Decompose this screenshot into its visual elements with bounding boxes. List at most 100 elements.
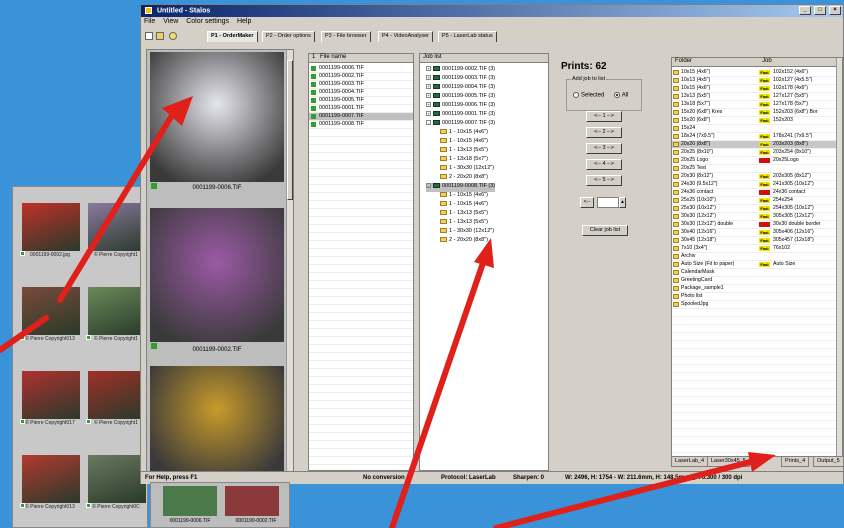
file-row[interactable]: 0001199-0007.TIF xyxy=(309,113,413,121)
menu-help[interactable]: Help xyxy=(237,18,251,25)
radio-selected[interactable] xyxy=(573,92,579,98)
folder-row[interactable]: 15x24 xyxy=(672,125,836,133)
scrollbar-thumb[interactable] xyxy=(287,60,293,200)
bg-thumbnail[interactable]: © Pierre Copyright1 xyxy=(85,369,147,429)
clear-job-list-button[interactable]: Clear job list xyxy=(582,225,628,236)
file-list-header[interactable]: 1 File name xyxy=(309,54,413,63)
collapse-icon[interactable]: - xyxy=(426,183,431,189)
expand-icon[interactable]: + xyxy=(426,102,431,108)
folder-row[interactable]: 15x20 (6x8") Fast 152x203 xyxy=(672,117,836,125)
new-file-icon[interactable] xyxy=(145,32,153,40)
folder-row[interactable]: 10x15 (4x6") Fast 102x178 (4x6") xyxy=(672,85,836,93)
count-button-5[interactable]: <-- 5 --> xyxy=(586,175,622,186)
count-button-4[interactable]: <-- 4 --> xyxy=(586,159,622,170)
folder-row[interactable]: GreetingCard xyxy=(672,277,836,285)
lightbulb-icon[interactable] xyxy=(169,32,177,40)
folder-row[interactable]: 30x30 (12x12") double 30x30 double border xyxy=(672,221,836,229)
menu-file[interactable]: File xyxy=(144,18,155,25)
job-tree-row[interactable]: - 0001199-0007.TIF (3) xyxy=(426,120,495,129)
custom-count-input[interactable] xyxy=(597,197,619,208)
folder-row[interactable]: 20x25 (8x10") Fast 203x254 (8x10") xyxy=(672,149,836,157)
folder-row[interactable]: 20x25 Logo 20x25Logo xyxy=(672,157,836,165)
bg-thumbnail[interactable]: © Pierre Copyright013 xyxy=(19,453,81,513)
folder-row[interactable]: 24x36 contact 24x36 contact xyxy=(672,189,836,197)
collapse-icon[interactable]: - xyxy=(426,120,431,126)
folder-row[interactable]: Package_sample1 xyxy=(672,285,836,293)
folder-row[interactable]: Auto Size (Fit to paper) Fast Auto Size xyxy=(672,261,836,269)
job-tree-row[interactable]: 1 - 30x30 (12x12") xyxy=(440,165,494,174)
thumbnail-1[interactable]: 0001199-0002.TIF xyxy=(150,208,284,358)
file-row[interactable]: 0001199-0003.TIF xyxy=(309,81,413,89)
file-row[interactable]: 0001199-0001.TIF xyxy=(309,105,413,113)
count-button-2[interactable]: <-- 2 --> xyxy=(586,127,622,138)
folder-row[interactable]: 13x18 (5x7") Fast 127x178 (5x7") xyxy=(672,101,836,109)
job-tree-row[interactable]: 1 - 13x18 (5x7") xyxy=(440,156,488,165)
folder-row[interactable]: 20x30 (8x12") Fast 203x305 (8x12") xyxy=(672,173,836,181)
job-column-header[interactable]: Job xyxy=(762,58,772,64)
job-tree-row[interactable]: - 0001199-0008.TIF (3) xyxy=(426,183,496,192)
thumbnail-0[interactable]: 0001199-0006.TIF xyxy=(150,52,284,194)
tab-laserlab-status[interactable]: P5 - LaserLab status xyxy=(438,31,497,42)
expand-icon[interactable]: + xyxy=(426,75,431,81)
job-tree-row[interactable]: 2 - 20x20 (8x8") xyxy=(440,174,488,183)
folder-row[interactable]: 30x40 (12x16") Fast 305x406 (12x16") xyxy=(672,229,836,237)
minimize-button[interactable]: _ xyxy=(799,6,812,15)
file-row[interactable]: 0001199-0002.TIF xyxy=(309,73,413,81)
folder-row[interactable]: 30x45 (12x18") Fast 305x457 (12x18") xyxy=(672,237,836,245)
job-tree-row[interactable]: 1 - 13x13 (5x5") xyxy=(440,219,488,228)
bg-thumbnail[interactable]: © Pierre Copyright1 xyxy=(85,201,147,261)
job-tree-row[interactable]: 1 - 10x15 (4x6") xyxy=(440,201,488,210)
job-tree-row[interactable]: +0001199-0001.TIF (3) xyxy=(426,111,495,120)
folder-row[interactable]: Photo list xyxy=(672,293,836,301)
menu-view[interactable]: View xyxy=(163,18,178,25)
job-tree-row[interactable]: 1 - 13x13 (5x5") xyxy=(440,147,488,156)
job-tree-row[interactable]: 1 - 10x15 (4x6") xyxy=(440,129,488,138)
tab-order-options[interactable]: P2 - Order options xyxy=(262,31,315,42)
folder-column-header[interactable]: Folder xyxy=(675,58,692,64)
folder-row[interactable]: 10x13 (4x5") Fast 102x127 (4x5.5") xyxy=(672,77,836,85)
job-tree-row[interactable]: +0001199-0003.TIF (3) xyxy=(426,75,495,84)
count-button-1[interactable]: <-- 1 --> xyxy=(586,111,622,122)
tab-videoanalyser[interactable]: P4 - VideoAnalyser xyxy=(378,31,433,42)
bg-thumbnail[interactable]: © Pierre Copyright013 xyxy=(19,285,81,345)
tab-ordermaker[interactable]: P1 - OrderMaker xyxy=(207,31,258,42)
folder-row[interactable]: 30x30 (12x12") Fast 305x305 (12x12") xyxy=(672,213,836,221)
thumbnail-2[interactable] xyxy=(150,366,284,474)
open-folder-icon[interactable] xyxy=(156,32,164,40)
job-tree-row[interactable]: +0001199-0002.TIF (3) xyxy=(426,66,495,75)
folder-row[interactable]: 24x30 (9.5x12") Fast 241x305 (10x12") xyxy=(672,181,836,189)
folder-row[interactable]: 25x25 (10x10") Fast 254x254 xyxy=(672,197,836,205)
folder-row[interactable]: 20x25 Test xyxy=(672,165,836,173)
file-row[interactable]: 0001199-0008.TIF xyxy=(309,121,413,129)
expand-icon[interactable]: + xyxy=(426,111,431,117)
file-row[interactable]: 0001199-0004.TIF xyxy=(309,89,413,97)
count-button-3[interactable]: <-- 3 --> xyxy=(586,143,622,154)
job-tree-row[interactable]: 1 - 30x30 (12x12") xyxy=(440,228,494,237)
tab-laserlab-4[interactable]: LaserLab_4 xyxy=(671,457,709,467)
folder-row[interactable]: 15x20 (6x8") Kres Fast 152x203 (6x8") Bor xyxy=(672,109,836,117)
radio-all[interactable] xyxy=(613,92,620,98)
tab-output-5[interactable]: Output_5 xyxy=(813,457,844,467)
maximize-button[interactable]: □ xyxy=(814,6,827,15)
job-tree-row[interactable]: 1 - 10x15 (4x6") xyxy=(440,192,488,201)
file-row[interactable]: 0001199-0005.TIF xyxy=(309,97,413,105)
title-bar[interactable]: Untitled - Stalos _ □ × xyxy=(141,5,843,17)
folder-row[interactable]: SpooledJpg xyxy=(672,301,836,309)
expand-icon[interactable]: + xyxy=(426,84,431,90)
close-button[interactable]: × xyxy=(829,6,841,15)
tab-file-browser[interactable]: P3 - File browser xyxy=(321,31,371,42)
folder-row[interactable]: 20x20 (8x8") Fast 203x203 (8x8") xyxy=(672,141,836,149)
thumbnail-scrollbar[interactable] xyxy=(286,50,293,474)
bg-thumbnail[interactable]: 0001199-0002.jpg xyxy=(19,201,81,261)
tab-laser30x45-5[interactable]: Laser30x45_5 xyxy=(707,457,750,467)
menu-color-settings[interactable]: Color settings xyxy=(186,18,229,25)
job-tree-row[interactable]: +0001199-0004.TIF (3) xyxy=(426,84,495,93)
job-tree-row[interactable]: +0001199-0005.TIF (3) xyxy=(426,93,495,102)
custom-count-button[interactable]: <-- xyxy=(580,197,594,208)
expand-icon[interactable]: + xyxy=(426,66,431,72)
folder-row[interactable]: 25x30 (10x12") Fast 254x305 (10x12") xyxy=(672,205,836,213)
folder-row[interactable]: 7x10 (3x4") Fast 76x102 xyxy=(672,245,836,253)
folder-row[interactable]: 18x24 (7x9.5") Fast 178x241 (7x9.5") xyxy=(672,133,836,141)
bg-thumbnail[interactable]: © Pierre Copyright1 xyxy=(85,285,147,345)
bg-thumbnail[interactable]: © Pierre Copyright017 xyxy=(19,369,81,429)
